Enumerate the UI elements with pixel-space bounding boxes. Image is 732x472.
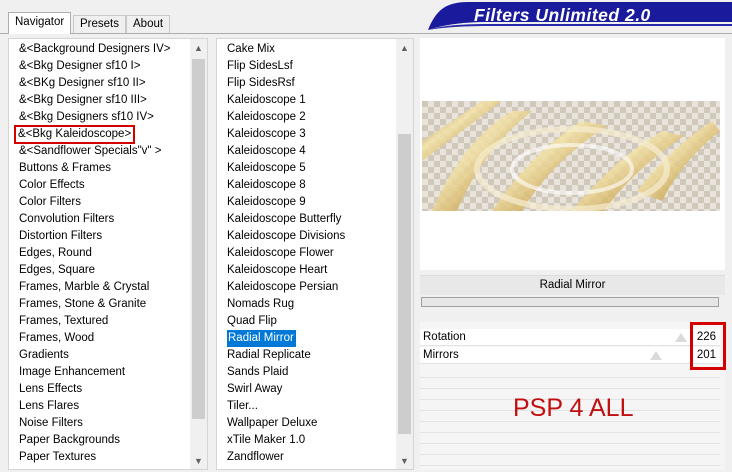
category-item[interactable]: Frames, Wood [9, 330, 94, 347]
category-item[interactable]: Noise Filters [9, 415, 83, 432]
tab-navigator[interactable]: Navigator [8, 12, 72, 34]
param-row-rotation[interactable]: Rotation 226 [420, 329, 720, 346]
category-item[interactable]: &<Bkg Kaleidoscope> [13, 125, 136, 144]
tab-divider [0, 33, 732, 34]
category-item[interactable]: Gradients [9, 347, 69, 364]
preview-frame [420, 38, 725, 270]
empty-param-row [420, 379, 720, 389]
filter-item[interactable]: Flip SidesRsf [217, 75, 295, 92]
annotation-box [690, 322, 726, 370]
filter-item[interactable]: Kaleidoscope Persian [217, 279, 338, 296]
category-list[interactable]: &<Background Designers IV> &<Bkg Designer… [8, 38, 208, 470]
empty-param-row [420, 368, 720, 378]
scroll-down-icon[interactable]: ▼ [396, 452, 413, 469]
filter-item[interactable]: Kaleidoscope Flower [217, 245, 334, 262]
filter-item[interactable]: Kaleidoscope Butterfly [217, 211, 341, 228]
category-item[interactable]: Frames, Textured [9, 313, 108, 330]
scroll-up-icon[interactable]: ▲ [396, 39, 413, 56]
empty-param-row [420, 423, 720, 433]
filter-item[interactable]: Tiler... [217, 398, 258, 415]
scroll-thumb[interactable] [192, 59, 205, 419]
filter-item[interactable]: Kaleidoscope 3 [217, 126, 306, 143]
category-item[interactable]: &<Sandflower Specials"v" > [9, 143, 161, 160]
filter-item[interactable]: Swirl Away [217, 381, 282, 398]
category-item[interactable]: Convolution Filters [9, 211, 114, 228]
param-label: Mirrors [423, 349, 459, 361]
filter-item[interactable]: xTile Maker 1.0 [217, 432, 305, 449]
filter-item[interactable]: Cake Mix [217, 41, 275, 58]
category-item[interactable]: Image Enhancement [9, 364, 125, 381]
category-item[interactable]: Frames, Stone & Granite [9, 296, 146, 313]
filter-item[interactable]: Flip SidesLsf [217, 58, 293, 75]
watermark-text: PSP 4 ALL [513, 394, 634, 422]
filter-item[interactable]: Kaleidoscope 8 [217, 177, 306, 194]
filter-item[interactable]: Sands Plaid [217, 364, 288, 381]
filter-item[interactable]: Kaleidoscope 9 [217, 194, 306, 211]
category-item[interactable]: &<Bkg Designer sf10 I> [9, 58, 140, 75]
filter-scrollbar[interactable]: ▲ ▼ [396, 39, 413, 469]
filter-item[interactable]: Radial Mirror [227, 330, 296, 347]
empty-param-row [420, 434, 720, 444]
filter-list[interactable]: Cake Mix Flip SidesLsf Flip SidesRsf Kaleid… [216, 38, 414, 470]
filter-item[interactable]: Kaleidoscope 2 [217, 109, 306, 126]
filter-item[interactable]: Quad Flip [217, 313, 277, 330]
category-item[interactable]: Color Effects [9, 177, 85, 194]
category-item[interactable]: &<Background Designers IV> [9, 41, 171, 58]
filter-item[interactable]: Radial Replicate [217, 347, 311, 364]
category-item[interactable]: Buttons & Frames [9, 160, 111, 177]
slider-thumb-icon[interactable] [675, 333, 687, 342]
filter-item[interactable]: Nomads Rug [217, 296, 294, 313]
category-item[interactable]: Lens Flares [9, 398, 79, 415]
title-banner: Filters Unlimited 2.0 [428, 0, 732, 30]
scroll-up-icon[interactable]: ▲ [190, 39, 207, 56]
filter-item[interactable]: Kaleidoscope 5 [217, 160, 306, 177]
filter-item[interactable]: Kaleidoscope 1 [217, 92, 306, 109]
category-item[interactable]: Distortion Filters [9, 228, 102, 245]
param-label: Rotation [423, 331, 466, 343]
filter-name-label: Radial Mirror [420, 275, 725, 295]
category-item[interactable]: Color Filters [9, 194, 81, 211]
scroll-down-icon[interactable]: ▼ [190, 452, 207, 469]
preview-image [422, 101, 720, 211]
category-item[interactable]: Frames, Marble & Crystal [9, 279, 149, 296]
scroll-thumb[interactable] [398, 134, 411, 434]
category-item[interactable]: Lens Effects [9, 381, 82, 398]
app-title: Filters Unlimited 2.0 [474, 5, 651, 25]
category-item[interactable]: &<BKg Designer sf10 II> [9, 75, 146, 92]
param-row-mirrors[interactable]: Mirrors 201 [420, 347, 720, 364]
category-scrollbar[interactable]: ▲ ▼ [190, 39, 207, 469]
category-item[interactable]: Paper Textures [9, 449, 96, 466]
filter-item[interactable]: Zandflower [217, 449, 284, 466]
tab-about[interactable]: About [126, 15, 171, 33]
filter-item[interactable]: Kaleidoscope Heart [217, 262, 327, 279]
tab-bar: Navigator Presets About [0, 0, 420, 34]
slider-thumb-icon[interactable] [650, 351, 662, 360]
category-item[interactable]: Edges, Square [9, 262, 95, 279]
category-item[interactable]: Edges, Round [9, 245, 92, 262]
filter-item[interactable]: Kaleidoscope 4 [217, 143, 306, 160]
tab-presets[interactable]: Presets [73, 15, 126, 33]
progress-bar [421, 297, 719, 307]
empty-param-row [420, 445, 720, 455]
category-item[interactable]: &<Bkg Designers sf10 IV> [9, 109, 154, 126]
filter-item[interactable]: Wallpaper Deluxe [217, 415, 317, 432]
category-item[interactable]: Paper Backgrounds [9, 432, 120, 449]
filter-item[interactable]: Kaleidoscope Divisions [217, 228, 345, 245]
empty-param-row [420, 456, 720, 466]
category-item[interactable]: &<Bkg Designer sf10 III> [9, 92, 147, 109]
